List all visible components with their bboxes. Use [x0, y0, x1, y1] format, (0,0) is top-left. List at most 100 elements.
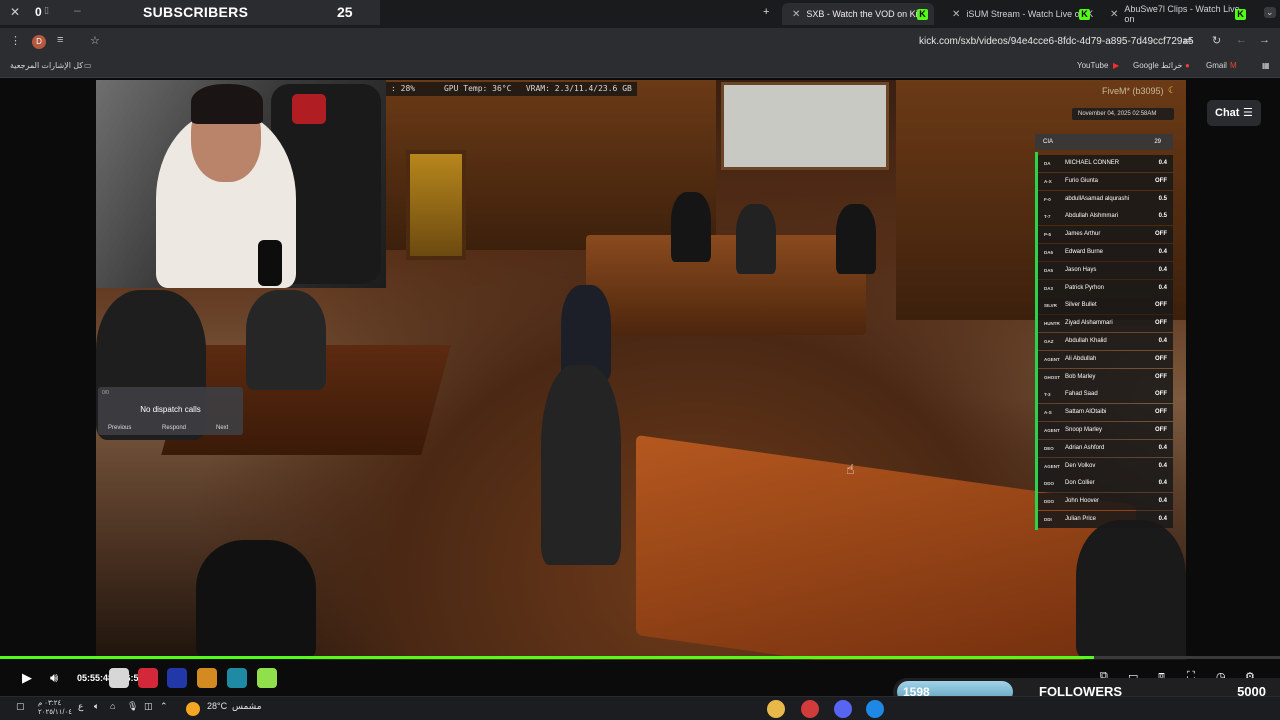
- cia-count: 29: [1154, 139, 1161, 145]
- member-status: OFF: [1155, 409, 1167, 416]
- youtube-icon: ▶: [1113, 61, 1120, 70]
- kick-favicon-icon: K: [1235, 8, 1246, 20]
- member-status: 0.5: [1158, 213, 1167, 220]
- overlay-dash: –: [74, 3, 81, 17]
- member-rank: DDI: [1044, 517, 1052, 522]
- all-bookmarks-link[interactable]: كل الإشارات المرجعية: [10, 61, 83, 70]
- bookmark-google-maps[interactable]: Google خرائط: [1133, 61, 1182, 70]
- member-name: Silver Bullet: [1065, 302, 1097, 309]
- audience-figure: [1076, 520, 1186, 660]
- game-datetime: November 04, 2025 02:58AM: [1072, 108, 1174, 120]
- member-rank: T-7: [1044, 214, 1051, 220]
- maps-pin-icon: ●: [1185, 61, 1190, 70]
- member-rank: HUNTR: [1044, 321, 1060, 327]
- member-name: Den Volkov: [1065, 462, 1096, 469]
- new-tab-button[interactable]: +: [763, 6, 769, 18]
- video-progress-bar[interactable]: [0, 656, 1280, 659]
- tray-icon[interactable]: ◫: [144, 701, 153, 712]
- member-status: OFF: [1155, 177, 1167, 184]
- member-status: 0.4: [1158, 266, 1167, 273]
- forward-icon[interactable]: →: [1259, 34, 1270, 46]
- gmail-icon: M: [1230, 61, 1237, 70]
- tab-sxb-vod[interactable]: ✕ SXB - Watch the VOD on Kick K: [782, 3, 934, 25]
- member-rank: DDO: [1044, 499, 1054, 505]
- member-name: Sattam AlOtaibi: [1065, 409, 1107, 416]
- member-name: Julian Price: [1065, 516, 1097, 522]
- notification-icon[interactable]: ▢: [16, 701, 25, 712]
- apps-grid-icon[interactable]: ▦: [1262, 61, 1270, 70]
- member-rank: GHOST: [1044, 374, 1061, 380]
- member-rank: DA5: [1044, 267, 1054, 273]
- speaker-icon[interactable]: 🔈︎: [94, 701, 99, 712]
- bookmark-star-icon[interactable]: ☆: [90, 34, 100, 47]
- webcam-overlay: [96, 80, 386, 288]
- bookmarks-bar: كل الإشارات المرجعية ▭ YouTube ▶ Google …: [0, 56, 1280, 78]
- fivem-watermark: FiveM* (b3095): [1102, 86, 1164, 96]
- site-settings-icon[interactable]: ⇌: [1183, 34, 1192, 47]
- cia-member-row: AGENT Den Volkov 0.4: [1038, 457, 1173, 475]
- dispatch-respond: Respond: [162, 425, 187, 431]
- member-status: 0.4: [1158, 480, 1167, 487]
- member-rank: A-S: [1044, 410, 1052, 416]
- member-status: 0.4: [1158, 444, 1167, 451]
- back-icon[interactable]: ←: [1236, 34, 1247, 46]
- officer-figure: [671, 192, 711, 262]
- close-tab-icon[interactable]: ✕: [952, 9, 960, 20]
- windows-taskbar: ▢ ٠٣:٢٤ م ٢٠٢٥/١١/٠٤ ع 🔈︎ ⌂ 🎙︎ ◫ ⌃ 28°C …: [0, 696, 1280, 720]
- microphone-icon[interactable]: 🎙︎: [127, 701, 138, 712]
- dispatch-counter: 0/0: [102, 390, 109, 396]
- video-player[interactable]: : 28% GPU Temp: 36°C VRAM: 2.3/11.4/23.6…: [96, 80, 1186, 660]
- member-rank: DA6: [1044, 250, 1054, 255]
- taskbar-app-icon[interactable]: [801, 700, 819, 718]
- cia-member-row: GHOST Bob Marley OFF: [1038, 368, 1173, 386]
- member-name: Patrick Pyrhon: [1065, 284, 1105, 291]
- close-tab-icon[interactable]: ✕: [792, 9, 800, 20]
- language-indicator[interactable]: ع: [78, 701, 83, 712]
- close-tab-icon[interactable]: ✕: [1110, 9, 1118, 20]
- discord-app-icon[interactable]: [834, 700, 852, 718]
- tab-abuswe7l-clips[interactable]: ✕ AbuSwe7l Clips - Watch Live on K: [1100, 3, 1252, 25]
- weather-temp[interactable]: 28°C: [207, 701, 227, 711]
- dispatch-status: No dispatch calls: [140, 405, 201, 414]
- folder-icon: ▭: [84, 61, 92, 70]
- member-name: Bob Marley: [1065, 373, 1096, 380]
- member-rank: DA: [1044, 161, 1051, 166]
- member-status: OFF: [1155, 427, 1167, 433]
- play-icon[interactable]: ▶: [22, 670, 32, 686]
- volume-icon[interactable]: 🔊︎: [50, 670, 58, 686]
- bookmark-gmail[interactable]: Gmail: [1206, 61, 1227, 70]
- menu-icon[interactable]: ⋮: [10, 34, 21, 47]
- member-status: OFF: [1155, 355, 1167, 362]
- member-name: Fahad Saad: [1065, 391, 1098, 398]
- chat-toggle-button[interactable]: Chat ☰: [1207, 100, 1261, 126]
- member-status: 0.4: [1158, 516, 1167, 522]
- member-status: 0.4: [1158, 498, 1167, 505]
- member-name: Abdullah Alshmmari: [1065, 213, 1119, 220]
- bookmark-youtube[interactable]: YouTube: [1077, 61, 1108, 70]
- audience-figure: [196, 540, 316, 660]
- taskbar-clock[interactable]: ٠٣:٢٤ م ٢٠٢٥/١١/٠٤: [38, 699, 72, 717]
- chrome-app-icon[interactable]: [767, 700, 785, 718]
- judge-figure: [736, 204, 776, 274]
- tray-expand-icon[interactable]: ⌃: [160, 701, 168, 712]
- member-rank: T-3: [1044, 392, 1051, 398]
- progress-fill: [0, 656, 1095, 659]
- member-name: MICHAEL CONNER: [1065, 160, 1120, 166]
- profile-avatar[interactable]: D: [32, 35, 46, 49]
- member-status: OFF: [1155, 373, 1167, 380]
- tab-search-icon[interactable]: ⌄: [1264, 7, 1276, 18]
- member-status: 0.4: [1158, 338, 1167, 344]
- tab-isum-stream[interactable]: ✕ iSUM Stream - Watch Live on K K: [942, 3, 1096, 25]
- dispatch-panel: 0/0 No dispatch calls Previous Respond N…: [98, 387, 243, 435]
- member-status: OFF: [1155, 231, 1167, 238]
- subscribers-label: SUBSCRIBERS: [143, 4, 249, 20]
- reading-list-icon[interactable]: ≡: [57, 34, 63, 46]
- weather-label[interactable]: مشمس: [232, 701, 262, 712]
- moon-icon: ☾: [1168, 85, 1177, 95]
- network-icon[interactable]: ⌂: [110, 701, 115, 711]
- reload-icon[interactable]: ↻: [1212, 34, 1221, 47]
- address-bar[interactable]: kick.com/sxb/videos/94e4cce6-8fdc-4d79-a…: [919, 36, 1194, 47]
- member-name: Adrian Ashford: [1065, 444, 1105, 451]
- taskbar-app-icon[interactable]: [866, 700, 884, 718]
- cia-member-row: T-3 Fahad Saad OFF: [1038, 386, 1173, 404]
